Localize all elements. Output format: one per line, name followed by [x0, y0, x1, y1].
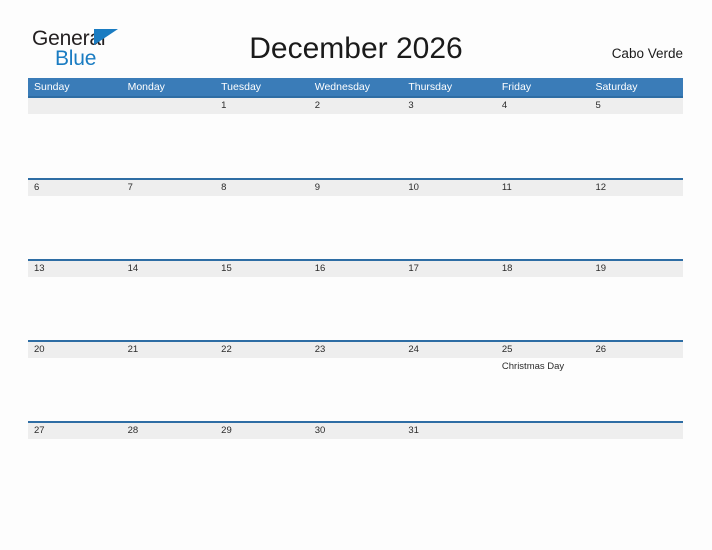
calendar-page: General Blue December 2026 Cabo Verde Su… — [0, 0, 712, 550]
week-date-band: 27 28 29 30 31 — [28, 423, 683, 439]
weekday-header-friday: Friday — [501, 81, 532, 93]
day-cell[interactable] — [122, 358, 216, 421]
day-cell[interactable] — [402, 114, 496, 178]
day-cell[interactable] — [309, 358, 403, 421]
day-cell[interactable] — [28, 358, 122, 421]
day-number[interactable]: 19 — [589, 261, 683, 277]
day-cell[interactable] — [215, 439, 309, 502]
day-cell[interactable] — [589, 277, 683, 340]
day-cell[interactable] — [28, 114, 122, 178]
day-number[interactable]: 14 — [122, 261, 216, 277]
calendar-week-row: 20 21 22 23 24 25 26 Christmas Day — [28, 340, 683, 421]
day-number[interactable]: 30 — [309, 423, 403, 439]
day-cell[interactable] — [122, 277, 216, 340]
day-cell[interactable] — [309, 277, 403, 340]
day-number[interactable]: 12 — [589, 180, 683, 196]
calendar-week-row: 27 28 29 30 31 — [28, 421, 683, 502]
weekday-header-wednesday: Wednesday — [314, 81, 370, 93]
day-number[interactable]: 5 — [589, 98, 683, 114]
day-cell[interactable] — [589, 196, 683, 259]
week-date-band: 13 14 15 16 17 18 19 — [28, 261, 683, 277]
day-cell[interactable] — [215, 277, 309, 340]
day-number[interactable]: 4 — [496, 98, 590, 114]
day-cell[interactable] — [215, 196, 309, 259]
day-number[interactable]: 6 — [28, 180, 122, 196]
day-number[interactable]: 28 — [122, 423, 216, 439]
day-cell[interactable] — [309, 439, 403, 502]
weekday-header-thursday: Thursday — [408, 81, 453, 93]
day-number[interactable]: 27 — [28, 423, 122, 439]
day-number[interactable]: 9 — [309, 180, 403, 196]
day-number[interactable]: 20 — [28, 342, 122, 358]
week-date-band: 20 21 22 23 24 25 26 — [28, 342, 683, 358]
day-number[interactable]: 11 — [496, 180, 590, 196]
day-cell[interactable] — [589, 439, 683, 502]
calendar-grid: Sunday Monday Tuesday Wednesday Thursday… — [28, 78, 683, 502]
day-cell[interactable] — [309, 114, 403, 178]
day-number[interactable]: 13 — [28, 261, 122, 277]
page-title: December 2026 — [249, 32, 463, 65]
day-number[interactable]: 10 — [402, 180, 496, 196]
week-event-band — [28, 277, 683, 340]
day-cell[interactable] — [589, 358, 683, 421]
day-cell[interactable] — [496, 196, 590, 259]
week-date-band: 1 2 3 4 5 — [28, 98, 683, 114]
weekday-header-saturday: Saturday — [595, 81, 638, 93]
day-cell[interactable] — [122, 114, 216, 178]
day-cell[interactable] — [402, 439, 496, 502]
day-cell[interactable] — [309, 196, 403, 259]
day-cell[interactable] — [496, 277, 590, 340]
day-cell[interactable] — [215, 358, 309, 421]
week-event-band: Christmas Day — [28, 358, 683, 421]
day-number[interactable] — [122, 98, 216, 114]
day-cell[interactable] — [122, 196, 216, 259]
day-cell[interactable] — [28, 196, 122, 259]
day-number[interactable]: 26 — [589, 342, 683, 358]
weekday-header-sunday: Sunday — [34, 81, 70, 93]
calendar-week-row: 6 7 8 9 10 11 12 — [28, 178, 683, 259]
day-cell[interactable] — [496, 114, 590, 178]
day-cell[interactable] — [496, 439, 590, 502]
weekday-header-monday: Monday — [127, 81, 165, 93]
day-cell[interactable] — [402, 196, 496, 259]
day-number[interactable]: 21 — [122, 342, 216, 358]
day-number[interactable]: 2 — [309, 98, 403, 114]
weekday-header-tuesday: Tuesday — [221, 81, 262, 93]
day-cell[interactable] — [402, 277, 496, 340]
day-number[interactable]: 7 — [122, 180, 216, 196]
weekday-header-row: Sunday Monday Tuesday Wednesday Thursday… — [28, 78, 683, 96]
day-cell-christmas[interactable]: Christmas Day — [496, 358, 590, 421]
day-number[interactable]: 15 — [215, 261, 309, 277]
page-header: General Blue December 2026 Cabo Verde — [0, 0, 712, 76]
week-date-band: 6 7 8 9 10 11 12 — [28, 180, 683, 196]
day-number[interactable]: 1 — [215, 98, 309, 114]
calendar-week-row: 1 2 3 4 5 — [28, 96, 683, 178]
day-number[interactable] — [589, 423, 683, 439]
day-number[interactable]: 24 — [402, 342, 496, 358]
day-number[interactable]: 31 — [402, 423, 496, 439]
day-number[interactable] — [496, 423, 590, 439]
day-number[interactable]: 17 — [402, 261, 496, 277]
week-event-band — [28, 439, 683, 502]
day-cell[interactable] — [215, 114, 309, 178]
day-cell[interactable] — [122, 439, 216, 502]
day-number[interactable]: 29 — [215, 423, 309, 439]
day-number[interactable]: 8 — [215, 180, 309, 196]
day-cell[interactable] — [402, 358, 496, 421]
day-cell[interactable] — [28, 439, 122, 502]
day-cell[interactable] — [589, 114, 683, 178]
day-number[interactable]: 16 — [309, 261, 403, 277]
calendar-week-row: 13 14 15 16 17 18 19 — [28, 259, 683, 340]
day-number[interactable]: 25 — [496, 342, 590, 358]
event-label: Christmas Day — [501, 361, 565, 372]
day-number[interactable]: 23 — [309, 342, 403, 358]
week-event-band — [28, 114, 683, 178]
day-number[interactable]: 18 — [496, 261, 590, 277]
week-event-band — [28, 196, 683, 259]
day-cell[interactable] — [28, 277, 122, 340]
day-number[interactable]: 3 — [402, 98, 496, 114]
day-number[interactable] — [28, 98, 122, 114]
day-number[interactable]: 22 — [215, 342, 309, 358]
location-label: Cabo Verde — [611, 46, 683, 61]
